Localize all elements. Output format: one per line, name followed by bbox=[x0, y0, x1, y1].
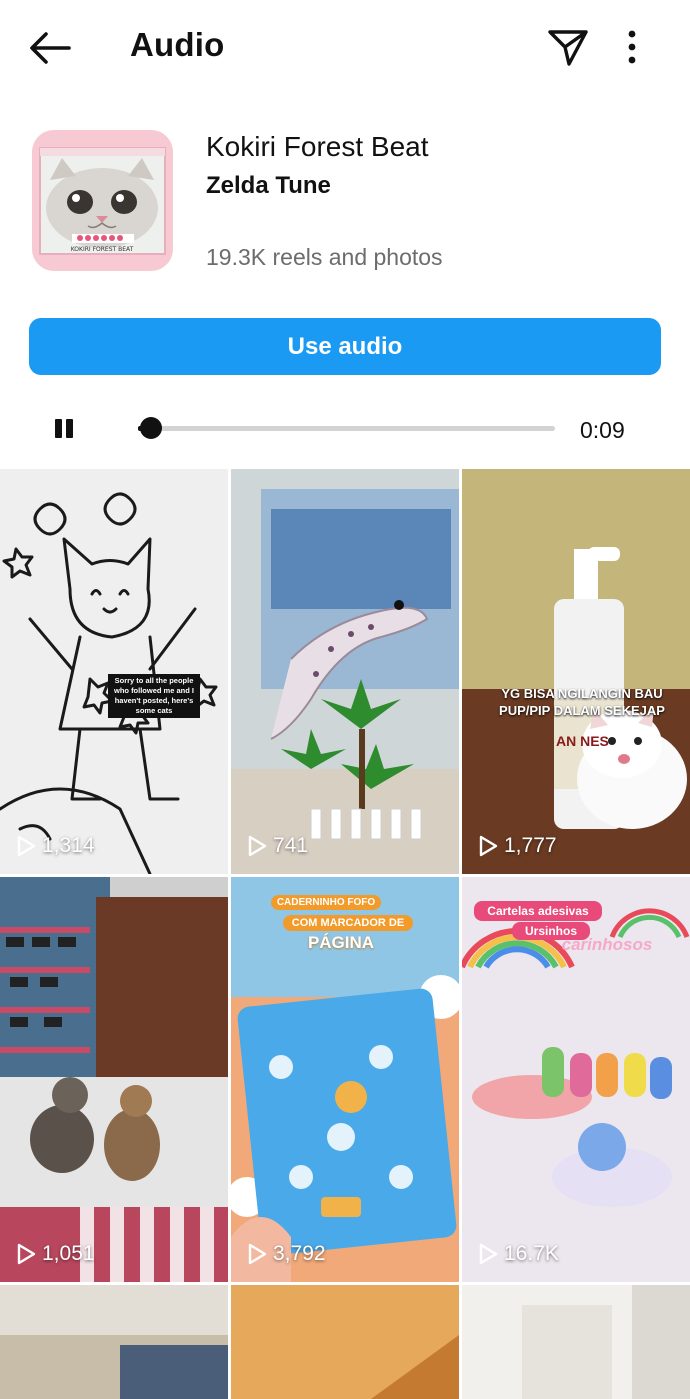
play-icon bbox=[17, 835, 36, 857]
reel-tile[interactable]: 1,051 bbox=[0, 877, 228, 1282]
reel-tile[interactable] bbox=[0, 1285, 228, 1399]
playback-time: 0:09 bbox=[580, 417, 625, 443]
gecko-thumbnail bbox=[231, 469, 459, 874]
reel-caption: Sorry to all the people who followed me … bbox=[108, 674, 200, 718]
more-options-button[interactable] bbox=[614, 22, 650, 72]
kitten-spray-thumbnail bbox=[462, 469, 690, 874]
use-audio-button[interactable]: Use audio bbox=[29, 318, 661, 375]
room-thumbnail bbox=[0, 1285, 228, 1399]
view-count-label: 3,792 bbox=[273, 1242, 326, 1265]
reel-caption: YG BISA NGILANGIN BAU PUP/PIP DALAM SEKE… bbox=[499, 686, 665, 718]
audio-scrubber-handle[interactable] bbox=[139, 417, 162, 439]
more-vertical-icon bbox=[628, 30, 636, 64]
reel-tile[interactable] bbox=[231, 1285, 459, 1399]
arrow-left-icon bbox=[30, 32, 71, 64]
view-count: 1,777 bbox=[478, 834, 557, 858]
orange-room-thumbnail bbox=[231, 1285, 459, 1399]
send-icon bbox=[548, 30, 588, 66]
view-count-label: 1,314 bbox=[42, 834, 95, 857]
cat-drawing-thumbnail bbox=[0, 469, 228, 874]
view-count-label: 16.7K bbox=[504, 1242, 559, 1265]
reels-count: 19.3K reels and photos bbox=[206, 244, 443, 270]
share-button[interactable] bbox=[540, 22, 596, 72]
pause-button[interactable] bbox=[50, 414, 78, 444]
audio-progress-track[interactable] bbox=[138, 417, 555, 439]
play-icon bbox=[479, 1243, 498, 1265]
play-icon bbox=[479, 835, 498, 857]
play-icon bbox=[248, 835, 267, 857]
reel-tile[interactable]: YG BISA NGILANGIN BAU PUP/PIP DALAM SEKE… bbox=[462, 469, 690, 874]
reel-tile[interactable]: Sorry to all the people who followed me … bbox=[0, 469, 228, 874]
reel-tile[interactable]: 741 bbox=[231, 469, 459, 874]
view-count: 1,051 bbox=[16, 1242, 95, 1266]
pause-icon-bar-right bbox=[66, 419, 73, 438]
two-cats-thumbnail bbox=[0, 877, 228, 1282]
reel-caption-big: PÁGINA bbox=[307, 933, 375, 952]
reels-grid: Sorry to all the people who followed me … bbox=[0, 469, 690, 1399]
reel-caption-top: Cartelas adesivas bbox=[474, 901, 602, 921]
view-count: 741 bbox=[247, 834, 308, 858]
product-label: AN NES bbox=[556, 733, 609, 749]
view-count-label: 1,777 bbox=[504, 834, 557, 857]
track-name: Kokiri Forest Beat bbox=[206, 131, 429, 162]
view-count: 1,314 bbox=[16, 834, 95, 858]
view-count-label: 741 bbox=[273, 834, 309, 857]
app-header: Audio bbox=[0, 0, 690, 96]
view-count-label: 1,051 bbox=[42, 1242, 95, 1265]
play-icon bbox=[17, 1243, 36, 1265]
reel-tile[interactable]: Cartelas adesivas Ursinhos carinhosos 16… bbox=[462, 877, 690, 1282]
reel-tile[interactable] bbox=[462, 1285, 690, 1399]
reel-tile[interactable]: CADERNINHO FOFO COM MARCADOR DE PÁGINA 3… bbox=[231, 877, 459, 1282]
page-title: Audio bbox=[130, 26, 225, 63]
white-room-thumbnail bbox=[462, 1285, 690, 1399]
reel-caption-script: carinhosos bbox=[561, 935, 653, 954]
cover-caption: KOKIRI FOREST BEAT bbox=[71, 246, 134, 253]
back-button[interactable] bbox=[22, 24, 78, 72]
audio-cover-art[interactable]: KOKIRI FOREST BEAT bbox=[32, 130, 173, 271]
view-count: 16.7K bbox=[478, 1242, 559, 1266]
reel-caption-top: CADERNINHO FOFO bbox=[271, 895, 381, 910]
cat-cover-image: KOKIRI FOREST BEAT bbox=[39, 147, 166, 255]
pause-icon-bar-left bbox=[55, 419, 62, 438]
play-icon bbox=[248, 1243, 267, 1265]
reel-caption-mid: COM MARCADOR DE bbox=[283, 915, 413, 931]
artist-name[interactable]: Zelda Tune bbox=[206, 172, 331, 200]
view-count: 3,792 bbox=[247, 1242, 326, 1266]
